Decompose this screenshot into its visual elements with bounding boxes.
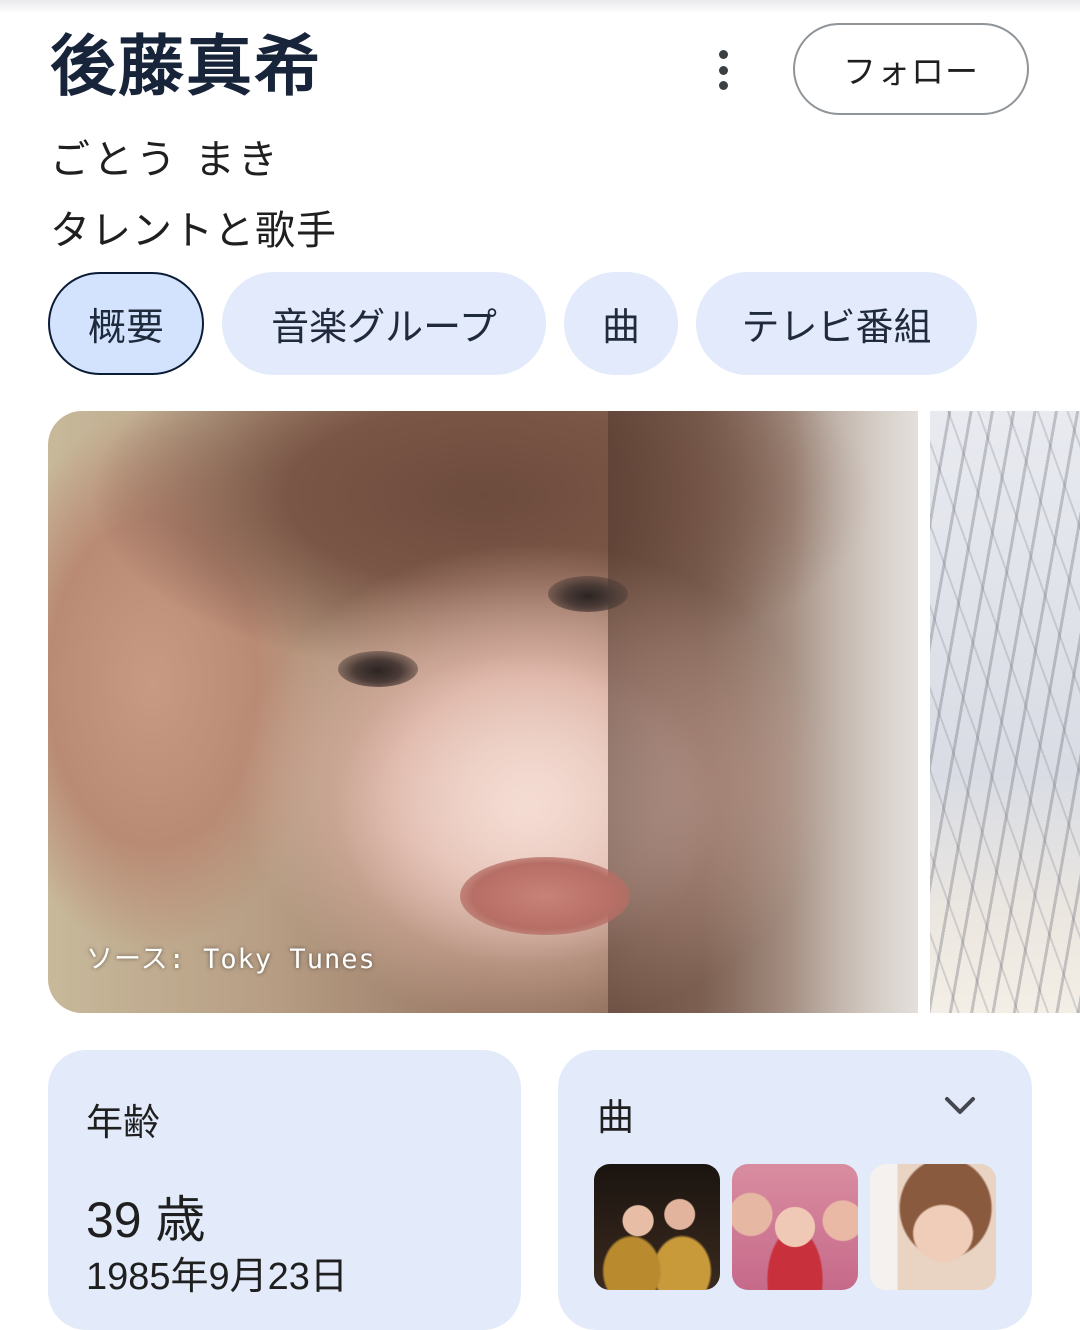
- entity-description: タレントと歌手: [50, 208, 337, 254]
- song-thumbnail[interactable]: [594, 1164, 720, 1290]
- follow-button[interactable]: フォロー: [793, 23, 1029, 115]
- photo-eye-left: [338, 651, 418, 687]
- photo-source-caption: ソース: Toky Tunes: [86, 944, 376, 975]
- photo-hair-shade: [608, 411, 918, 1013]
- kebab-dot: [718, 81, 728, 90]
- more-options-icon[interactable]: [706, 50, 740, 90]
- song-thumbnail[interactable]: [732, 1164, 858, 1290]
- tab-music-group[interactable]: 音楽グループ: [222, 272, 546, 375]
- age-value: 39 歳: [86, 1192, 206, 1248]
- age-label: 年齢: [86, 1101, 160, 1144]
- tab-overview[interactable]: 概要: [48, 272, 204, 375]
- kebab-dot: [718, 65, 728, 75]
- tab-songs[interactable]: 曲: [564, 272, 678, 375]
- birth-date: 1985年9月23日: [86, 1256, 348, 1298]
- profile-photo[interactable]: [48, 411, 918, 1013]
- name-reading: ごとう まき: [50, 137, 281, 183]
- photo-eye-right: [548, 576, 628, 612]
- top-divider: [0, 0, 1080, 14]
- chevron-down-icon[interactable]: [943, 1093, 977, 1119]
- photo-lips: [460, 857, 630, 935]
- entity-title: 後藤真希: [50, 28, 322, 105]
- next-photo[interactable]: [930, 411, 1080, 1013]
- kebab-dot: [718, 50, 728, 59]
- songs-label: 曲: [597, 1096, 634, 1139]
- tab-tv-shows[interactable]: テレビ番組: [696, 272, 977, 375]
- song-thumbnail[interactable]: [870, 1164, 996, 1290]
